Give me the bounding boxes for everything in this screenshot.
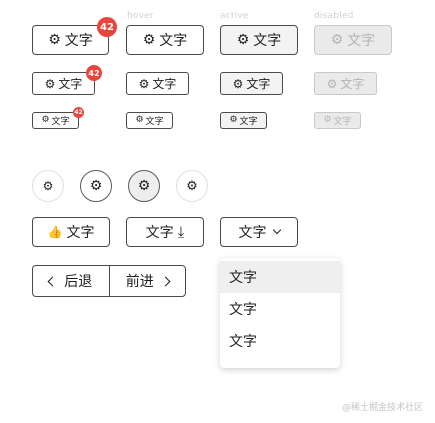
dropdown-button[interactable]: 文字	[220, 217, 298, 247]
download-button[interactable]: 文字 ⤓	[126, 217, 204, 247]
button-large-active[interactable]: ⚙ 文字	[220, 25, 298, 55]
chevron-right-icon	[160, 276, 171, 286]
button-small-hover[interactable]: ⚙ 文字	[126, 112, 173, 129]
gear-icon: ⚙	[44, 76, 56, 91]
chevron-down-icon	[272, 225, 281, 235]
circle-icon-button-outlined[interactable]: ⚙	[80, 170, 112, 202]
button-label: 文字	[58, 77, 83, 91]
like-button[interactable]: 👍 文字	[32, 217, 110, 247]
gear-icon: ⚙	[41, 115, 50, 125]
button-label: 文字	[239, 117, 258, 127]
forward-label: 前进	[125, 274, 154, 290]
button-label: 文字	[51, 117, 70, 127]
notification-badge: 42	[73, 107, 84, 118]
button-label: 文字	[145, 117, 164, 127]
circle-icon-button-light[interactable]: ⚙	[176, 170, 208, 202]
state-label-hover: hover	[127, 11, 154, 21]
circle-icon-button-small[interactable]: ⚙	[32, 170, 64, 202]
gear-icon: ⚙	[232, 76, 244, 91]
dropdown-menu-item[interactable]: 文字	[220, 325, 340, 357]
gear-icon: ⚙	[236, 32, 250, 48]
button-small-active[interactable]: ⚙ 文字	[220, 112, 267, 129]
button-label: 文字	[347, 33, 376, 49]
gear-icon: ⚙	[229, 115, 238, 125]
button-label: 文字	[159, 33, 188, 49]
watermark: @稀土掘金技术社区	[341, 403, 423, 413]
button-label: 文字	[64, 33, 93, 49]
back-label: 后退	[64, 274, 93, 290]
gear-icon: ⚙	[142, 32, 156, 48]
forward-button[interactable]: 前进	[108, 266, 186, 296]
button-medium-hover[interactable]: ⚙ 文字	[126, 72, 189, 95]
thumb-up-icon: 👍	[47, 225, 63, 239]
state-label-active: active	[220, 11, 249, 21]
gear-icon: ⚙	[48, 32, 61, 48]
nav-button-group: 后退 前进	[32, 265, 186, 297]
button-large-hover[interactable]: ⚙ 文字	[126, 25, 204, 55]
gear-icon: ⚙	[137, 178, 151, 194]
button-label: 文字	[340, 77, 365, 91]
download-icon: ⤓	[177, 223, 185, 241]
button-label: 文字	[333, 117, 352, 127]
gear-icon: ⚙	[186, 178, 198, 194]
button-medium-disabled: ⚙ 文字	[314, 72, 377, 95]
button-large-default[interactable]: ⚙ 文字 42	[32, 17, 117, 55]
button-medium-default[interactable]: ⚙ 文字 42	[32, 65, 102, 95]
button-large-disabled: ⚙ 文字	[314, 25, 392, 55]
gear-icon: ⚙	[138, 76, 150, 91]
gear-icon: ⚙	[135, 115, 144, 125]
button-label: 文字	[253, 33, 282, 49]
button-label: 文字	[66, 225, 95, 241]
notification-badge: 42	[97, 17, 117, 37]
chevron-left-icon	[47, 276, 58, 286]
gear-icon: ⚙	[323, 115, 332, 125]
circle-icon-button-active[interactable]: ⚙	[128, 170, 160, 202]
back-button[interactable]: 后退	[33, 266, 109, 296]
dropdown-menu: 文字 文字 文字	[220, 258, 340, 368]
gear-icon: ⚙	[326, 76, 338, 91]
dropdown-menu-item[interactable]: 文字	[220, 261, 340, 293]
dropdown-menu-item[interactable]: 文字	[220, 293, 340, 325]
gear-icon: ⚙	[330, 32, 344, 48]
state-label-disabled: disabled	[314, 11, 354, 21]
gear-icon: ⚙	[89, 178, 103, 194]
button-label: 文字	[246, 77, 271, 91]
gear-icon: ⚙	[42, 179, 54, 193]
button-small-default[interactable]: ⚙ 文字 42	[32, 107, 84, 129]
button-small-disabled: ⚙ 文字	[314, 112, 361, 129]
button-label: 文字	[145, 225, 174, 241]
button-label: 文字	[152, 77, 177, 91]
button-medium-active[interactable]: ⚙ 文字	[220, 72, 283, 95]
button-label: 文字	[238, 225, 267, 241]
notification-badge: 42	[86, 65, 102, 81]
